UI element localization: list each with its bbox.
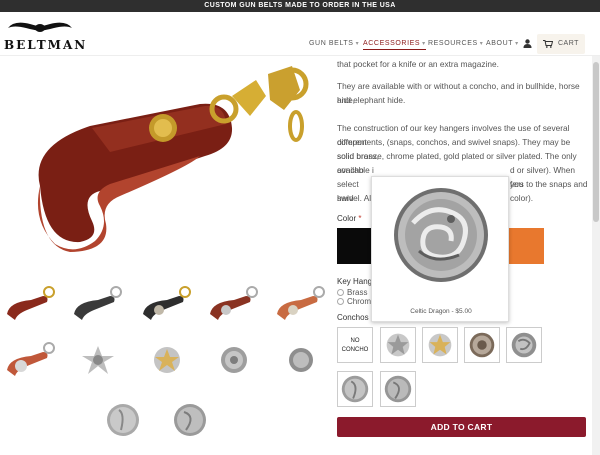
radio-brass[interactable]: Brass [337, 288, 367, 297]
thumbnail-4[interactable] [206, 284, 262, 324]
thumbnail-9[interactable] [206, 340, 262, 380]
product-description-3e-end: fers to the snaps and [510, 179, 588, 189]
color-swatch-orange[interactable] [508, 228, 544, 264]
product-description-1: that pocket for a knife or an extra maga… [337, 59, 499, 69]
brand-name[interactable]: BELTMAN [4, 38, 87, 52]
site-header: BELTMAN GUN BELTS ▾ ACCESSORIES ▾ RESOURCE… [0, 12, 600, 56]
nav-accessories[interactable]: ACCESSORIES ▾ [363, 40, 426, 50]
add-to-cart-button[interactable]: ADD TO CART [337, 417, 586, 437]
key-hanger-label: Key Hang [337, 277, 371, 286]
thumbnail-12[interactable] [162, 400, 218, 440]
concho-option-coin-1[interactable] [337, 371, 373, 407]
promo-banner: CUSTOM GUN BELTS MADE TO ORDER IN THE US… [0, 0, 600, 12]
nav-resources[interactable]: RESOURCES ▾ [428, 40, 483, 47]
concho-option-celtic[interactable] [506, 327, 542, 363]
user-icon[interactable] [523, 39, 532, 48]
popup-caption: Celtic Dragon - $5.00 [410, 308, 472, 315]
concho-option-ornate[interactable] [464, 327, 500, 363]
thumbnail-3[interactable] [139, 284, 195, 324]
thumbnail-5[interactable] [273, 284, 329, 324]
color-label: Color * [337, 214, 362, 223]
thumbnail-8[interactable] [139, 340, 195, 380]
product-description-2b: and elephant hide. [337, 95, 406, 105]
radio-chrome[interactable]: Chrome [337, 297, 375, 306]
product-description-3d: available i [337, 165, 374, 175]
cart-icon [543, 40, 553, 48]
thumbnail-2[interactable] [70, 284, 126, 324]
radio-circle-icon [337, 289, 344, 296]
no-concho-text-1: NO [350, 338, 360, 344]
thumbnail-6[interactable] [3, 340, 59, 380]
scrollbar-thumb[interactable] [593, 62, 599, 222]
radio-circle-icon [337, 298, 344, 305]
color-swatch-black[interactable] [337, 228, 373, 264]
product-description-3f-end: color). [510, 193, 534, 203]
thumbnail-1[interactable] [3, 284, 59, 324]
thumbnail-11[interactable] [95, 400, 151, 440]
nav-gun-belts[interactable]: GUN BELTS ▾ [309, 40, 359, 47]
concho-option-coin-2[interactable] [380, 371, 416, 407]
conchos-label: Conchos * [337, 313, 374, 322]
page-scrollbar[interactable] [592, 56, 600, 455]
product-main-image[interactable] [0, 56, 330, 266]
thumbnail-7[interactable] [70, 340, 126, 380]
cart-label: CART [558, 40, 579, 47]
no-concho-text-2: CONCHO [341, 347, 369, 353]
concho-option-none[interactable]: NO CONCHO [337, 327, 373, 363]
celtic-dragon-concho-image [394, 188, 488, 282]
concho-option-star-gold[interactable] [422, 327, 458, 363]
cart-button[interactable]: CART [537, 34, 585, 54]
concho-option-star-silver[interactable] [380, 327, 416, 363]
concho-preview-popup: Celtic Dragon - $5.00 [371, 176, 509, 322]
thumbnail-10[interactable] [273, 340, 329, 380]
nav-about[interactable]: ABOUT ▾ [486, 40, 519, 47]
